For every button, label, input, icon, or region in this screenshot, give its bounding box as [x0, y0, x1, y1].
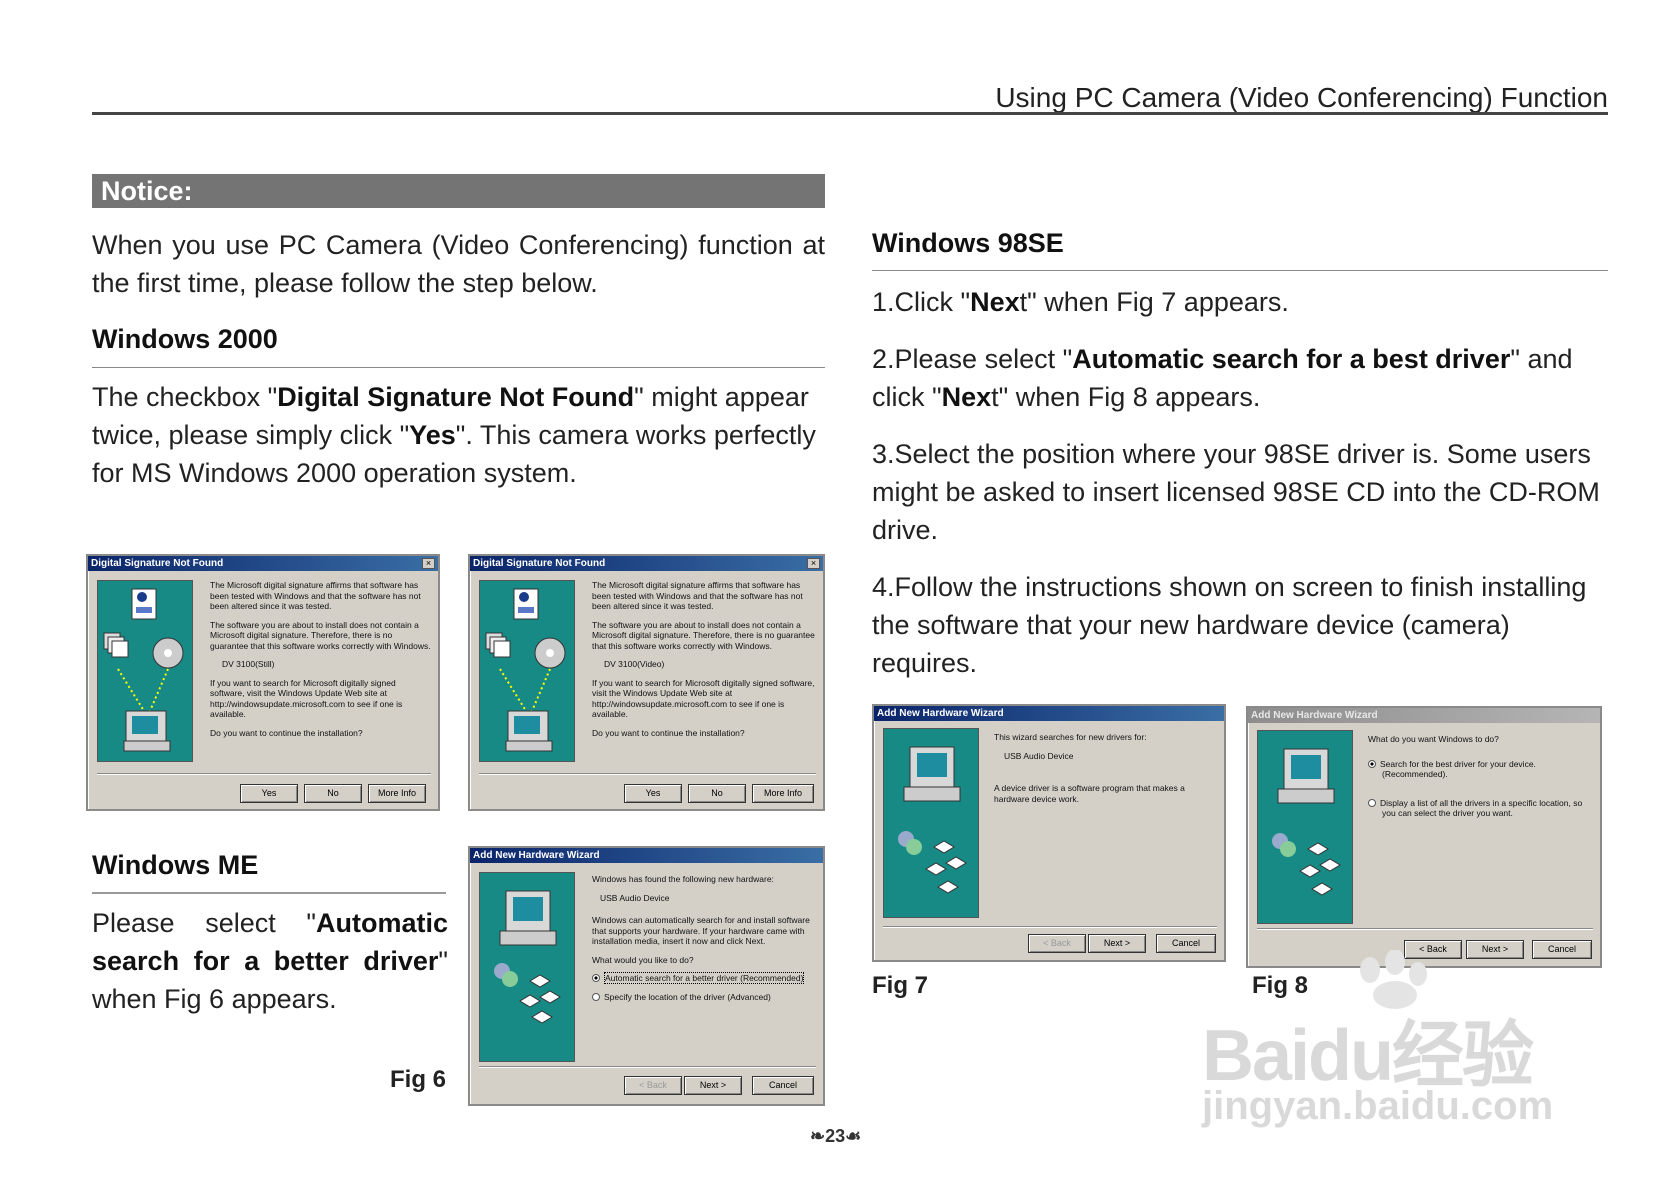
more-info-button[interactable]: More Info: [752, 784, 814, 803]
device-name: DV 3100(Video): [604, 659, 665, 669]
dialog-title: Add New Hardware Wizard: [470, 848, 823, 863]
win98-step-3: 3.Select the position where your 98SE dr…: [872, 439, 1600, 545]
winme-heading: Windows ME: [92, 850, 259, 880]
winme-text-1: Please select ": [92, 908, 316, 938]
device-name: DV 3100(Still): [222, 659, 275, 669]
dialog-title: Add New Hardware Wizard: [1248, 708, 1600, 723]
dialog-text-2: Windows can automatically search for and…: [592, 915, 810, 946]
win2000-text-1: The checkbox ": [92, 382, 278, 412]
dialog-text-1: The Microsoft digital signature affirms …: [592, 580, 803, 611]
dialog-title: Digital Signature Not Found: [470, 556, 823, 571]
page-number: ❧23☙: [810, 1126, 861, 1147]
setup-illustration: [479, 580, 575, 762]
device-name: USB Audio Device: [1004, 750, 1074, 761]
dialog-text-3: If you want to search for Microsoft digi…: [592, 677, 815, 720]
ornament-right-icon: ☙: [845, 1126, 862, 1146]
ornament-left-icon: ❧: [810, 1126, 826, 1146]
watermark-url: jingyan.baidu.com: [1202, 1084, 1554, 1128]
win98-step-1: 1.Click "Next" when Fig 7 appears.: [872, 283, 1608, 321]
digital-signature-dialog-video: Digital Signature Not Found × The Micros…: [468, 554, 825, 811]
back-button[interactable]: < Back: [624, 1076, 682, 1095]
radio-empty-icon[interactable]: [1368, 798, 1376, 807]
header-divider: [92, 112, 1608, 115]
winme-paragraph: Please select "Automatic search for a be…: [92, 904, 448, 1018]
add-hardware-wizard-fig7: Add New Hardware Wizard This wizard sear…: [872, 704, 1226, 962]
dialog-title: Add New Hardware Wizard: [874, 706, 1224, 721]
winme-rule: [92, 892, 446, 894]
fig7-label: Fig 7: [872, 972, 929, 999]
option-display-list[interactable]: Display a list of all the drivers in a s…: [1368, 798, 1594, 819]
notice-intro: When you use PC Camera (Video Conferenci…: [92, 230, 825, 298]
dialog-separator: [97, 773, 431, 775]
option-label: Display a list of all the drivers in a s…: [1380, 797, 1583, 819]
step2-text-3: t" when Fig 8 appears.: [991, 382, 1261, 412]
option-automatic-search[interactable]: Automatic search for a better driver (Re…: [592, 972, 818, 984]
dialog-separator: [1257, 928, 1593, 930]
back-button[interactable]: < Back: [1028, 934, 1086, 953]
device-name: USB Audio Device: [600, 892, 670, 903]
cancel-button[interactable]: Cancel: [752, 1076, 814, 1095]
option-search-best[interactable]: Search for the best driver for your devi…: [1368, 759, 1594, 780]
dialog-text-3: What would you like to do?: [592, 954, 694, 965]
dialog-text-4: Do you want to continue the installation…: [210, 727, 363, 738]
step2-text-1: 2.Please select ": [872, 344, 1073, 374]
step1-text-1: 1.Click ": [872, 287, 971, 317]
radio-selected-icon[interactable]: [592, 974, 600, 982]
step1-bold: Nex: [970, 287, 1020, 317]
win98-heading: Windows 98SE: [872, 228, 1064, 258]
radio-selected-icon[interactable]: [1368, 759, 1376, 768]
dialog-separator: [479, 1066, 816, 1068]
dialog-separator: [479, 773, 816, 775]
page-header-title: Using PC Camera (Video Conferencing) Fun…: [995, 82, 1608, 113]
option-specify-location[interactable]: Specify the location of the driver (Adva…: [592, 992, 818, 1003]
step2-bold-2: Nex: [941, 382, 992, 412]
win2000-bold-1: Digital Signature Not Found: [277, 382, 635, 412]
setup-illustration: [97, 580, 193, 762]
next-button[interactable]: Next >: [1088, 934, 1146, 953]
next-button[interactable]: Next >: [684, 1076, 742, 1095]
no-button[interactable]: No: [688, 784, 746, 803]
dialog-text-1: Windows has found the following new hard…: [592, 874, 774, 884]
step1-text-2: t" when Fig 7 appears.: [1019, 287, 1289, 317]
dialog-text-2: The software you are about to install do…: [210, 619, 431, 651]
win2000-paragraph: The checkbox "Digital Signature Not Foun…: [92, 378, 825, 492]
yes-button[interactable]: Yes: [624, 784, 682, 803]
win98-step-2: 2.Please select "Automatic search for a …: [872, 340, 1608, 416]
option-label: Automatic search for a better driver (Re…: [604, 972, 805, 984]
win2000-bold-2: Yes: [409, 420, 456, 450]
option-label: Search for the best driver for your devi…: [1380, 758, 1536, 780]
win98-step-4: 4.Follow the instructions shown on scree…: [872, 572, 1587, 678]
baidu-watermark: Baidu经验 jingyan.baidu.com: [1200, 950, 1600, 1140]
close-icon: ×: [422, 558, 435, 569]
dialog-separator: [883, 926, 1217, 928]
win2000-heading: Windows 2000: [92, 324, 278, 354]
yes-button[interactable]: Yes: [240, 784, 298, 803]
win2000-rule: [92, 367, 825, 368]
dialog-text-2: A device driver is a software program th…: [994, 783, 1185, 804]
win98-rule: [872, 270, 1608, 271]
digital-signature-dialog-still: Digital Signature Not Found × The Micros…: [86, 554, 440, 811]
add-hardware-wizard-fig8: Add New Hardware Wizard What do you want…: [1246, 706, 1602, 968]
no-button[interactable]: No: [304, 784, 362, 803]
dialog-text-1: This wizard searches for new drivers for…: [994, 732, 1147, 742]
fig6-label: Fig 6: [390, 1066, 447, 1093]
radio-empty-icon[interactable]: [592, 992, 600, 1001]
option-label: Specify the location of the driver (Adva…: [604, 991, 771, 1002]
dialog-text-3: If you want to search for Microsoft digi…: [210, 677, 403, 720]
dialog-text-2: The software you are about to install do…: [592, 619, 815, 651]
step2-bold-1: Automatic search for a best driver: [1072, 344, 1511, 374]
wizard-illustration: [1257, 730, 1353, 924]
wizard-illustration: [883, 728, 979, 918]
page-number-text: 23: [825, 1126, 846, 1146]
dialog-title: Digital Signature Not Found: [88, 556, 438, 571]
dialog-text-1: The Microsoft digital signature affirms …: [210, 580, 421, 611]
close-icon: ×: [807, 558, 820, 569]
notice-title: Notice:: [92, 174, 825, 208]
more-info-button[interactable]: More Info: [368, 784, 426, 803]
wizard-illustration: [479, 872, 575, 1062]
dialog-text-1: What do you want Windows to do?: [1368, 734, 1499, 744]
dialog-text-4: Do you want to continue the installation…: [592, 727, 745, 738]
add-hardware-wizard-me: Add New Hardware Wizard Windows has foun…: [468, 846, 825, 1106]
